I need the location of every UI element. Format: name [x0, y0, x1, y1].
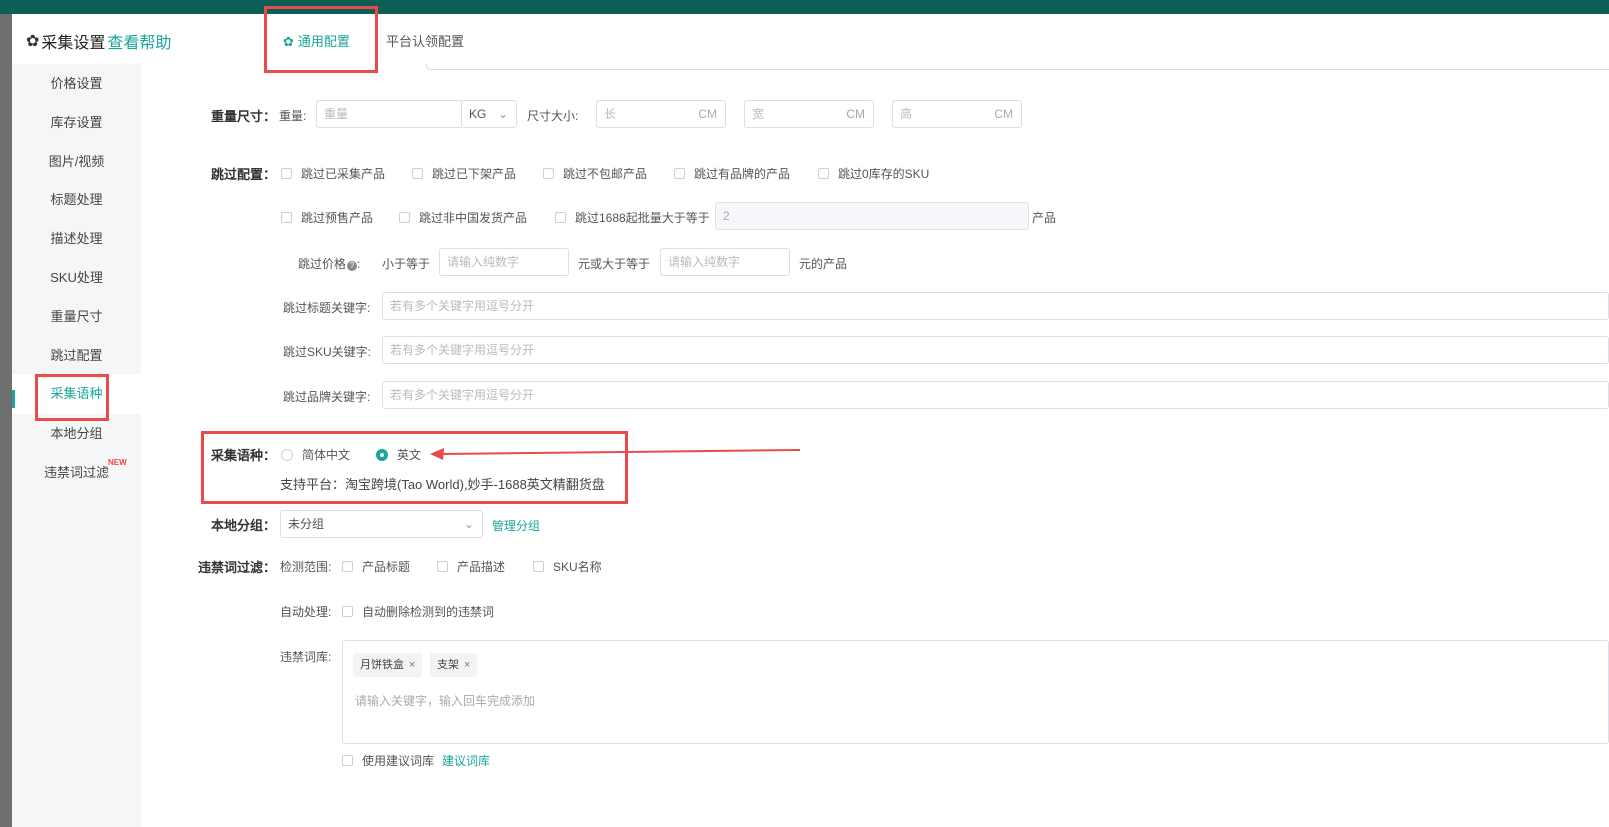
background-app-header	[0, 0, 1609, 14]
scope-sku-name-checkbox[interactable]: SKU名称	[533, 558, 602, 575]
height-unit: CM	[994, 107, 1013, 121]
scope-label: 检测范围:	[280, 560, 332, 574]
word-library-placeholder: 请输入关键字，输入回车完成添加	[355, 694, 536, 708]
min-batch-suffix: 产品	[1032, 211, 1057, 225]
collection-settings-dialog: ✿ 采集设置 查看帮助 ✿ 通用配置 平台认领配置 价格设置 库存设置 图片/视频…	[12, 6, 1609, 827]
local-group-select[interactable]: 未分组 ⌄	[280, 510, 483, 538]
background-app-sidebar	[0, 14, 12, 827]
suggested-library-link[interactable]: 建议词库	[442, 752, 490, 769]
keyword-tag: 支架 ×	[430, 653, 478, 677]
auto-delete-checkbox[interactable]: 自动删除检测到的违禁词	[342, 603, 494, 620]
width-unit: CM	[846, 107, 865, 121]
skip-zero-stock-sku-checkbox[interactable]: 跳过0库存的SKU	[818, 165, 929, 182]
keyword-tag: 月饼铁盒 ×	[353, 653, 423, 677]
close-icon[interactable]: ×	[464, 659, 470, 671]
use-suggested-library-checkbox[interactable]: 使用建议词库	[342, 752, 434, 769]
forbidden-words-label: 违禁词过滤：	[198, 560, 277, 575]
word-library-label: 违禁词库:	[280, 650, 332, 664]
word-library-input[interactable]: 月饼铁盒 × 支架 × 请输入关键字，输入回车完成添加	[342, 640, 1609, 744]
local-group-label: 本地分组：	[211, 518, 277, 533]
manage-groups-link[interactable]: 管理分组	[492, 517, 540, 534]
close-icon[interactable]: ×	[409, 659, 415, 671]
scope-description-checkbox[interactable]: 产品描述	[437, 558, 505, 575]
annotation-arrow	[430, 448, 801, 460]
auto-process-label: 自动处理:	[280, 605, 332, 619]
scope-title-checkbox[interactable]: 产品标题	[342, 558, 410, 575]
height-placeholder: 高	[900, 107, 913, 121]
height-input[interactable]: 高 CM	[892, 100, 1022, 128]
local-group-value: 未分组	[288, 517, 325, 531]
chevron-down-icon: ⌄	[463, 517, 474, 531]
